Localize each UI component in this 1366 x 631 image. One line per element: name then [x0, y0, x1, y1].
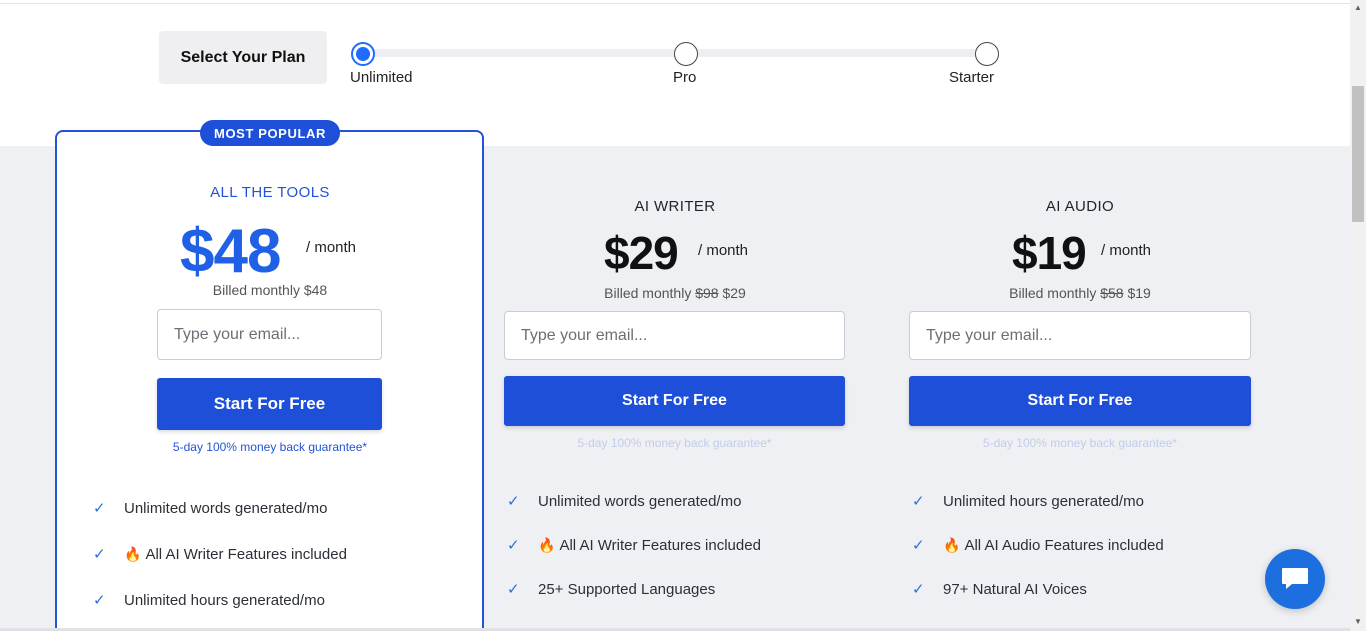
- plan-name-ai-audio: AI AUDIO: [1045, 198, 1115, 215]
- radio-unlimited[interactable]: [351, 42, 375, 66]
- email-input-ai-audio[interactable]: [909, 311, 1251, 360]
- feature-item: ✓ 🔥 All AI Writer Features included: [507, 536, 761, 555]
- fire-icon: 🔥: [124, 545, 142, 562]
- plan-name-ai-writer: AI WRITER: [634, 198, 716, 215]
- feature-text: 97+ Natural AI Voices: [943, 580, 1087, 598]
- feature-item: ✓ 🔥 All AI Writer Features included: [93, 545, 347, 564]
- billing-prefix: Billed monthly: [604, 285, 692, 301]
- feature-item: ✓ 25+ Supported Languages: [507, 580, 716, 599]
- select-plan-label: Select Your Plan: [159, 31, 327, 84]
- billing-old-price: $58: [1100, 285, 1124, 301]
- check-icon: ✓: [912, 537, 925, 554]
- billing-note-all-the-tools: Billed monthly $48: [155, 282, 385, 298]
- scrollbar-thumb[interactable]: [1352, 86, 1364, 222]
- feature-text: Unlimited hours generated/mo: [124, 591, 325, 609]
- feature-text: All AI Writer Features included: [145, 545, 347, 563]
- plan-name-all-the-tools: ALL THE TOOLS: [210, 184, 330, 201]
- chat-button[interactable]: [1265, 549, 1325, 609]
- feature-text: Unlimited hours generated/mo: [943, 492, 1144, 510]
- billing-note-ai-audio: Billed monthly $58 $19: [965, 285, 1195, 301]
- price-period-all-the-tools: / month: [306, 239, 357, 256]
- scroll-up-arrow-icon[interactable]: ▲: [1353, 4, 1363, 12]
- scroll-down-arrow-icon[interactable]: ▼: [1353, 618, 1363, 626]
- billing-prefix: Billed monthly: [212, 282, 300, 298]
- check-icon: ✓: [93, 500, 106, 517]
- email-input-ai-writer[interactable]: [504, 311, 845, 360]
- guarantee-note-ai-writer: 5-day 100% money back guarantee*: [577, 436, 772, 450]
- guarantee-note-ai-audio: 5-day 100% money back guarantee*: [982, 436, 1178, 450]
- chat-bubble-icon: [1282, 568, 1308, 589]
- feature-item: ✓ 🔥 All AI Audio Features included: [912, 536, 1164, 555]
- most-popular-badge: MOST POPULAR: [200, 120, 340, 146]
- feature-text: 25+ Supported Languages: [538, 580, 716, 598]
- price-period-ai-audio: / month: [1101, 242, 1152, 259]
- billing-note-ai-writer: Billed monthly $98 $29: [560, 285, 790, 301]
- fire-icon: 🔥: [538, 536, 556, 553]
- feature-item: ✓ Unlimited hours generated/mo: [93, 591, 325, 610]
- price-period-ai-writer: / month: [698, 242, 749, 259]
- check-icon: ✓: [912, 581, 925, 598]
- billing-old-price: $98: [695, 285, 719, 301]
- check-icon: ✓: [93, 546, 106, 563]
- feature-item: ✓ Unlimited words generated/mo: [507, 492, 742, 511]
- fire-icon: 🔥: [943, 536, 961, 553]
- email-input-all-the-tools[interactable]: [157, 309, 382, 360]
- radio-label-unlimited[interactable]: Unlimited: [350, 69, 413, 86]
- plan-price-ai-writer: $29: [604, 227, 679, 279]
- feature-text: Unlimited words generated/mo: [538, 492, 742, 510]
- check-icon: ✓: [912, 493, 925, 510]
- radio-pro[interactable]: [674, 42, 698, 66]
- start-for-free-button-ai-audio[interactable]: Start For Free: [909, 376, 1251, 426]
- radio-label-starter[interactable]: Starter: [949, 69, 994, 86]
- feature-item: ✓ 97+ Natural AI Voices: [912, 580, 1087, 599]
- feature-text: All AI Audio Features included: [964, 536, 1164, 554]
- billing-new-price: $29: [722, 285, 746, 301]
- start-for-free-button-all-the-tools[interactable]: Start For Free: [157, 378, 382, 430]
- plan-price-all-the-tools: $48: [180, 217, 281, 286]
- feature-text: All AI Writer Features included: [559, 536, 761, 554]
- billing-new-price: $19: [1127, 285, 1151, 301]
- billing-new-price: $48: [303, 282, 328, 298]
- feature-item: ✓ Unlimited hours generated/mo: [912, 492, 1144, 511]
- guarantee-note-all-the-tools: 5-day 100% money back guarantee*: [172, 440, 368, 454]
- check-icon: ✓: [507, 537, 520, 554]
- check-icon: ✓: [507, 493, 520, 510]
- billing-prefix: Billed monthly: [1009, 285, 1097, 301]
- radio-starter[interactable]: [975, 42, 999, 66]
- radio-label-pro[interactable]: Pro: [673, 69, 696, 86]
- check-icon: ✓: [507, 581, 520, 598]
- check-icon: ✓: [93, 592, 106, 609]
- feature-item: ✓ Unlimited words generated/mo: [93, 499, 328, 518]
- feature-text: Unlimited words generated/mo: [124, 499, 328, 517]
- start-for-free-button-ai-writer[interactable]: Start For Free: [504, 376, 845, 426]
- plan-price-ai-audio: $19: [1012, 227, 1087, 279]
